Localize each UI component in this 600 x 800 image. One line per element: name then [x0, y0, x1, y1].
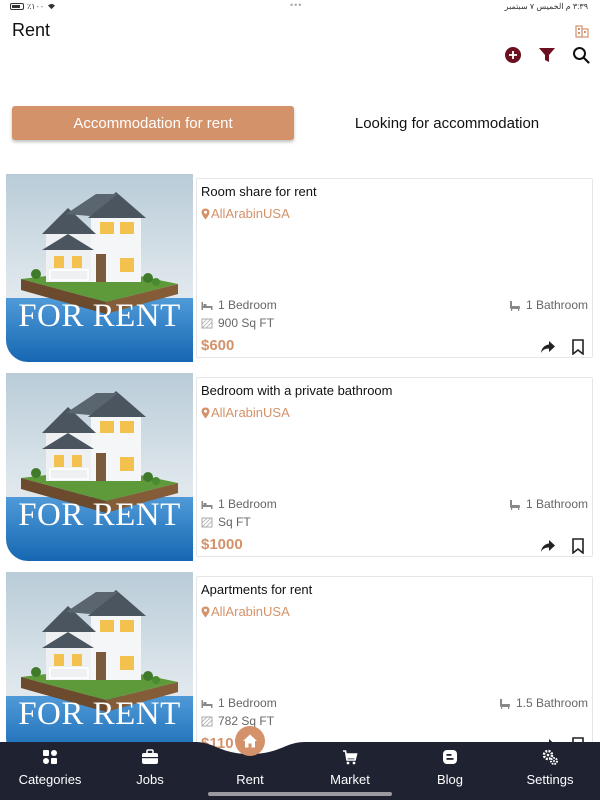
bookmark-icon[interactable] [571, 538, 585, 554]
share-icon[interactable] [540, 339, 556, 355]
bathtub-icon [509, 499, 520, 510]
search-icon [573, 47, 590, 64]
home-icon [243, 734, 257, 748]
nav-blog[interactable]: Blog [400, 740, 500, 800]
nav-label: Settings [526, 772, 574, 787]
gears-icon [541, 748, 559, 766]
nav-market[interactable]: Market [300, 740, 400, 800]
bottom-nav: Categories Jobs Rent Market Blog Setting… [0, 740, 600, 800]
listing-location: AllArabinUSA [201, 405, 290, 420]
categories-icon [41, 748, 59, 766]
rent-screen: ٪۱۰۰ ••• ۳:۳۹ م الخميس ۷ سبتمبر Rent Acc… [0, 0, 600, 800]
listing-location: AllArabinUSA [201, 604, 290, 619]
listing-details[interactable]: Room share for rent AllArabinUSA 1 Bedro… [196, 178, 593, 358]
nav-settings[interactable]: Settings [500, 740, 600, 800]
location-pin-icon [201, 208, 210, 219]
listing-title: Apartments for rent [201, 582, 313, 597]
bathroom-text: 1.5 Bathroom [515, 696, 588, 710]
listing-price: $600 [201, 337, 235, 354]
bathroom-text: 1 Bathroom [525, 298, 588, 312]
area-text: 900 Sq FT [218, 316, 275, 330]
area-icon [201, 318, 213, 328]
listing-image[interactable]: FOR RENT [6, 373, 193, 561]
bedroom-text: 1 Bedroom [218, 298, 277, 312]
listing-title: Room share for rent [201, 184, 317, 199]
nav-categories[interactable]: Categories [0, 740, 100, 800]
filter-icon [539, 48, 555, 62]
listing-area: 900 Sq FT [201, 316, 274, 330]
bedroom-text: 1 Bedroom [218, 497, 277, 511]
cart-icon [341, 748, 359, 766]
listing-card[interactable]: FOR RENT Bedroom with a private bathroom… [6, 373, 594, 561]
for-rent-text: FOR RENT [18, 497, 181, 533]
status-datetime: ۳:۳۹ م الخميس ۷ سبتمبر [504, 2, 588, 11]
home-button[interactable] [235, 726, 265, 756]
multitask-dots[interactable]: ••• [290, 0, 302, 10]
nav-label: Categories [18, 772, 82, 787]
bathroom-text: 1 Bathroom [525, 497, 588, 511]
bed-icon [201, 699, 213, 708]
listing-area: 782 Sq FT [201, 714, 274, 728]
battery-level: ٪۱۰۰ [27, 2, 45, 11]
listing-bedrooms: 1 Bedroom [201, 696, 277, 710]
listing-bathrooms: 1.5 Bathroom [499, 696, 588, 710]
bed-icon [201, 301, 213, 310]
listing-bedrooms: 1 Bedroom [201, 497, 277, 511]
for-rent-text: FOR RENT [18, 298, 181, 334]
area-text: Sq FT [218, 515, 251, 529]
listing-image[interactable]: FOR RENT [6, 174, 193, 362]
listing-details[interactable]: Bedroom with a private bathroom AllArabi… [196, 377, 593, 557]
listing-title: Bedroom with a private bathroom [201, 383, 393, 398]
bedroom-text: 1 Bedroom [218, 696, 277, 710]
nav-label: Rent [236, 772, 264, 787]
status-bar: ٪۱۰۰ ••• ۳:۳۹ م الخميس ۷ سبتمبر [0, 0, 600, 14]
tab-accommodation-for-rent[interactable]: Accommodation for rent [12, 106, 294, 140]
for-rent-text: FOR RENT [18, 696, 181, 732]
area-icon [201, 517, 213, 527]
location-text: AllArabinUSA [211, 405, 290, 420]
location-text: AllArabinUSA [211, 604, 290, 619]
nav-label: Market [330, 772, 370, 787]
listing-location: AllArabinUSA [201, 206, 290, 221]
listing-bathrooms: 1 Bathroom [509, 497, 588, 511]
area-icon [201, 716, 213, 726]
share-icon[interactable] [540, 538, 556, 554]
bathtub-icon [499, 698, 510, 709]
bathtub-icon [509, 300, 520, 311]
home-indicator[interactable] [208, 792, 392, 796]
location-text: AllArabinUSA [211, 206, 290, 221]
wifi-icon [48, 3, 56, 10]
listing-area: Sq FT [201, 515, 251, 529]
building-icon[interactable] [574, 22, 590, 38]
listing-card[interactable]: FOR RENT Apartments for rent AllArabinUS… [6, 572, 594, 760]
nav-label: Jobs [136, 772, 164, 787]
tab-looking-for-accommodation[interactable]: Looking for accommodation [300, 106, 594, 140]
page-title: Rent [12, 20, 51, 40]
location-pin-icon [201, 606, 210, 617]
listing-card[interactable]: FOR RENT Room share for rent AllArabinUS… [6, 174, 594, 362]
bookmark-icon[interactable] [571, 339, 585, 355]
filter-button[interactable] [536, 44, 558, 66]
battery-icon [10, 3, 24, 10]
plus-circle-icon [505, 47, 521, 63]
listing-bedrooms: 1 Bedroom [201, 298, 277, 312]
search-button[interactable] [570, 44, 592, 66]
briefcase-icon [141, 748, 159, 766]
listing-price: $1000 [201, 536, 243, 553]
nav-jobs[interactable]: Jobs [100, 740, 200, 800]
listing-bathrooms: 1 Bathroom [509, 298, 588, 312]
listing-image[interactable]: FOR RENT [6, 572, 193, 760]
bed-icon [201, 500, 213, 509]
blog-icon [441, 748, 459, 766]
nav-label: Blog [436, 772, 464, 787]
add-listing-button[interactable] [502, 44, 524, 66]
location-pin-icon [201, 407, 210, 418]
